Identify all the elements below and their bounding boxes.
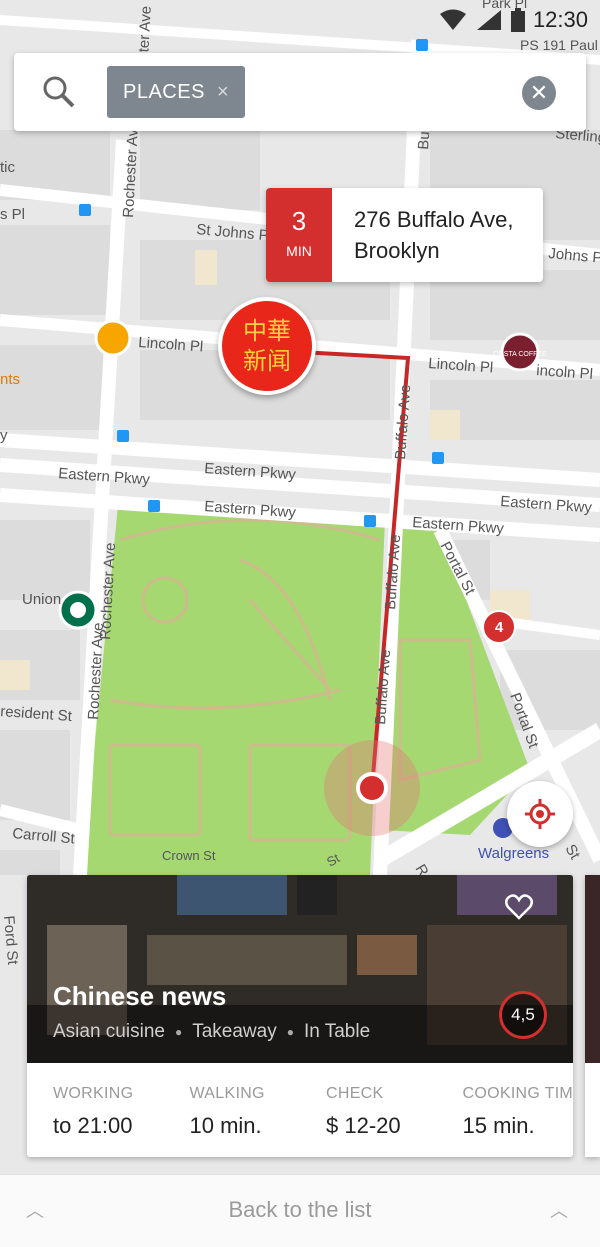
stat-label: COOKING TIME [462, 1085, 574, 1102]
label-y: y [0, 427, 8, 444]
label-crown-st: Crown St [162, 848, 216, 863]
search-icon[interactable] [42, 75, 76, 109]
search-bar[interactable]: PLACES × ✕ [14, 53, 586, 131]
stat-cooking-time: COOKING TIME 15 min. [437, 1063, 574, 1157]
favorite-heart-icon[interactable] [505, 893, 533, 921]
label-union: Union [22, 591, 61, 608]
costa-logo-text: COSTA COFFEE [493, 351, 547, 358]
next-place-card-peek[interactable] [585, 875, 600, 1157]
stat-check: CHECK $ 12-20 [300, 1063, 437, 1157]
stat-value: to 21:00 [53, 1113, 133, 1138]
signal-icon [476, 10, 501, 30]
back-to-list-label: Back to the list [228, 1197, 372, 1222]
stat-walking: WALKING 10 min. [164, 1063, 301, 1157]
places-filter-chip[interactable]: PLACES × [107, 66, 246, 118]
crosshair-icon [525, 799, 555, 829]
tag-cuisine: Asian cuisine [53, 1021, 165, 1042]
stat-value: 15 min. [462, 1113, 535, 1138]
stat-label: WORKING [53, 1085, 134, 1102]
restaurant-logo-marker[interactable]: 中華 新闻 [218, 297, 316, 395]
chevron-up-icon: ︿ [550, 1201, 568, 1221]
place-tags: Asian cuisine ● Takeaway ● In Table [53, 1021, 370, 1043]
logo-line-1: 中華 [243, 317, 291, 345]
tag-separator-dot: ● [174, 1025, 183, 1039]
label-buffalo-ave-4: Bu [415, 131, 433, 151]
label-s-pl: s Pl [0, 206, 25, 223]
travel-time-value: 3 [291, 206, 307, 236]
place-name: Chinese news [53, 981, 227, 1011]
stat-value: 10 min. [189, 1113, 262, 1138]
chip-label: PLACES [123, 80, 205, 103]
tag-in-table: In Table [303, 1021, 371, 1042]
stat-label: CHECK [326, 1085, 384, 1102]
address-line-2: Brooklyn [354, 238, 440, 263]
close-icon: ✕ [529, 80, 549, 105]
destination-address: 276 Buffalo Ave, Brooklyn [354, 204, 513, 266]
label-tic: tic [0, 159, 16, 176]
poi-marker-yellow[interactable] [94, 319, 132, 357]
travel-time-block: 3 MIN [266, 188, 332, 282]
tag-takeaway: Takeaway [192, 1021, 277, 1042]
back-to-list-bar[interactable]: ︿ Back to the list ︿ [0, 1174, 600, 1247]
travel-time-unit: MIN [286, 243, 312, 259]
tag-separator-dot: ● [286, 1025, 294, 1039]
address-line-1: 276 Buffalo Ave, [354, 207, 514, 232]
stat-label: WALKING [189, 1085, 265, 1102]
battery-icon [510, 8, 525, 32]
chip-remove-icon[interactable]: × [217, 81, 229, 104]
label-nts: nts [0, 371, 20, 388]
label-ster-ave: ster Ave [135, 5, 155, 60]
current-location-dot [356, 772, 388, 804]
place-stats: WORKING to 21:00 WALKING 10 min. CHECK $… [27, 1063, 573, 1157]
route-info-card[interactable]: 3 MIN 276 Buffalo Ave, Brooklyn [266, 188, 543, 282]
my-location-button[interactable] [507, 781, 573, 847]
label-ps191: PS 191 Paul [520, 37, 598, 53]
status-bar: 12:30 [439, 4, 588, 36]
label-walgreens: Walgreens [478, 845, 549, 862]
stat-working: WORKING to 21:00 [27, 1063, 164, 1157]
status-time: 12:30 [532, 7, 588, 32]
wifi-icon [439, 9, 466, 30]
clear-search-button[interactable]: ✕ [522, 76, 556, 110]
stat-value: $ 12-20 [326, 1113, 401, 1138]
cluster-marker-badge[interactable]: 4 [482, 610, 516, 644]
place-card[interactable]: Chinese news Asian cuisine ● Takeaway ● … [27, 875, 573, 1157]
logo-line-2: 新闻 [243, 347, 291, 375]
rating-badge: 4,5 [499, 991, 547, 1039]
